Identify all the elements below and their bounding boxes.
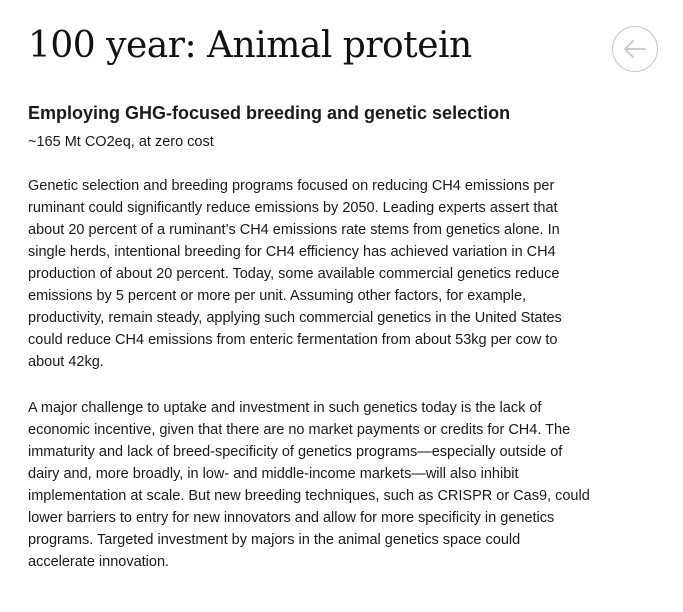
- impact-summary: ~165 Mt CO2eq, at zero cost: [28, 134, 214, 150]
- paragraph-line: about 20 percent of a ruminant’s CH4 emi…: [28, 222, 560, 238]
- section-title: Employing GHG-focused breeding and genet…: [28, 103, 511, 123]
- page-title: 100 year: Animal protein: [28, 25, 472, 66]
- paragraph-line: ruminant could significantly reduce emis…: [28, 200, 558, 216]
- body-paragraph-2: A major challenge to uptake and investme…: [28, 397, 668, 573]
- paragraph-line: implementation at scale. But new breedin…: [28, 488, 590, 504]
- paragraph-line: lower barriers to entry for new innovato…: [28, 510, 555, 526]
- paragraph-line: production of about 20 percent. Today, s…: [28, 266, 560, 282]
- paragraph-line: accelerate innovation.: [28, 554, 170, 570]
- paragraph-line: about 42kg.: [28, 354, 104, 370]
- paragraph-line: A major challenge to uptake and investme…: [28, 400, 542, 416]
- paragraph-line: programs. Targeted investment by majors …: [28, 532, 521, 548]
- paragraph-line: economic incentive, given that there are…: [28, 422, 571, 438]
- paragraph-line: emissions by 5 percent or more per unit.…: [28, 288, 527, 304]
- paragraph-line: could reduce CH4 emissions from enteric …: [28, 332, 558, 348]
- paragraph-line: immaturity and lack of breed-specificity…: [28, 444, 563, 460]
- body-paragraph-1: Genetic selection and breeding programs …: [28, 175, 668, 373]
- paragraph-line: Genetic selection and breeding programs …: [28, 178, 555, 194]
- paragraph-line: dairy and, more broadly, in low- and mid…: [28, 466, 519, 482]
- paragraph-line: single herds, intentional breeding for C…: [28, 244, 556, 260]
- paragraph-line: productivity, remain steady, applying su…: [28, 310, 562, 326]
- arrow-left-icon: [622, 39, 648, 59]
- back-button[interactable]: [612, 26, 658, 72]
